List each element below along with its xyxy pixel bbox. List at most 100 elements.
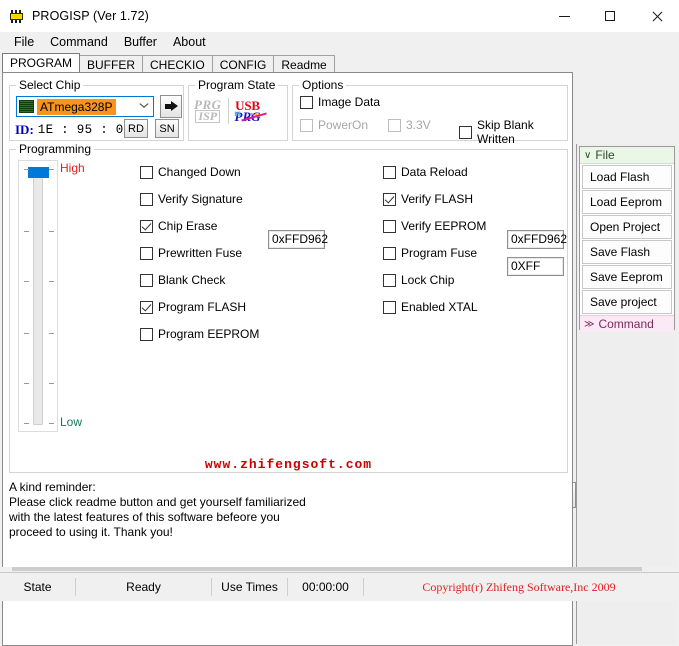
- maximize-icon: [605, 11, 615, 21]
- checkbox-label: Blank Check: [158, 273, 226, 287]
- maximize-button[interactable]: [587, 0, 633, 32]
- lock-chip-field[interactable]: 0XFF: [507, 257, 564, 276]
- select-chip-group: Select Chip ATmega328P ID: 1E : 95 : 0F …: [9, 78, 184, 141]
- right-arrow-icon: [164, 101, 178, 112]
- checkbox-3v3: 3.3V: [388, 118, 431, 132]
- save-project-button[interactable]: Save project: [582, 290, 672, 314]
- close-button[interactable]: [633, 0, 679, 32]
- checkbox-verify-signature[interactable]: Verify Signature: [140, 191, 259, 207]
- checkbox-box: [383, 165, 396, 179]
- slider-low-label: Low: [60, 415, 83, 429]
- prg-isp-bottom-label: ISP: [195, 110, 221, 123]
- prewritten-fuse-field[interactable]: 0xFFD962: [268, 230, 328, 249]
- checkbox-label: Skip Blank Written: [477, 118, 534, 146]
- program-fuse-field[interactable]: 0xFFD962: [507, 230, 567, 249]
- checkbox-box: [388, 118, 401, 132]
- checkbox-box: [140, 165, 153, 179]
- read-id-button[interactable]: RD: [124, 119, 148, 138]
- dock-section-command-header[interactable]: ≫ Command: [580, 315, 674, 332]
- speed-slider[interactable]: [18, 160, 58, 432]
- status-copyright: Copyright(r) Zhifeng Software,Inc 2009: [422, 579, 616, 594]
- slider-high-label: High: [60, 161, 85, 175]
- checkbox-power-on: PowerOn: [300, 118, 368, 132]
- menu-bar: File Command Buffer About: [0, 32, 679, 52]
- menu-item-command[interactable]: Command: [42, 33, 116, 51]
- checkbox-label: Data Reload: [401, 165, 468, 179]
- checkbox-box: [383, 246, 396, 260]
- chip-select-combo[interactable]: ATmega328P: [16, 96, 154, 117]
- checkbox-blank-check[interactable]: Blank Check: [140, 272, 259, 288]
- checkbox-box: [383, 192, 396, 206]
- checkbox-label: Changed Down: [158, 165, 241, 179]
- close-icon: [651, 11, 662, 22]
- checkbox-program-eeprom[interactable]: Program EEPROM: [140, 326, 259, 342]
- programming-right-column: Data Reload Verify FLASH Verify EEPROM P…: [383, 164, 486, 326]
- save-eeprom-button[interactable]: Save Eeprom: [582, 265, 672, 289]
- checkbox-box: [140, 273, 153, 287]
- checkbox-box: [300, 118, 313, 132]
- menu-item-about[interactable]: About: [165, 33, 214, 51]
- chip-icon: [19, 100, 34, 113]
- dock-section-file-header[interactable]: ∨ File: [580, 147, 674, 164]
- checkbox-label: Program FLASH: [158, 300, 247, 314]
- menu-item-buffer[interactable]: Buffer: [116, 33, 165, 51]
- checkbox-label: Enabled XTAL: [401, 300, 478, 314]
- checkbox-box: [140, 327, 153, 341]
- checkbox-box: [383, 300, 396, 314]
- checkbox-label: Image Data: [318, 95, 381, 109]
- checkbox-data-reload[interactable]: Data Reload: [383, 164, 486, 180]
- checkbox-program-fuse[interactable]: Program Fuse: [383, 245, 486, 261]
- chevron-right-icon: ≫: [584, 318, 595, 330]
- select-chip-legend: Select Chip: [16, 78, 84, 92]
- checkbox-chip-erase[interactable]: Chip Erase: [140, 218, 259, 234]
- checkbox-label: Program EEPROM: [158, 327, 260, 341]
- load-eeprom-button[interactable]: Load Eeprom: [582, 190, 672, 214]
- minimize-icon: [558, 15, 570, 17]
- programming-group: Programming High Low Changed Down Verify…: [9, 142, 576, 529]
- checkbox-enabled-xtal[interactable]: Enabled XTAL: [383, 299, 486, 315]
- checkbox-label: Prewritten Fuse: [158, 246, 243, 260]
- open-project-button[interactable]: Open Project: [582, 215, 672, 239]
- dock-sections: ∨ File Load Flash Load Eeprom Open Proje…: [579, 146, 675, 332]
- save-flash-button[interactable]: Save Flash: [582, 240, 672, 264]
- checkbox-prewritten-fuse[interactable]: Prewritten Fuse: [140, 245, 259, 261]
- title-bar: PROGISP (Ver 1.72): [0, 0, 679, 32]
- checkbox-box: [459, 125, 472, 139]
- checkbox-program-flash[interactable]: Program FLASH: [140, 299, 259, 315]
- tab-buffer[interactable]: BUFFER: [79, 55, 144, 72]
- slider-ticks: [19, 161, 59, 433]
- apply-chip-button[interactable]: [160, 95, 182, 118]
- window-controls: [541, 0, 679, 32]
- chip-id-value: 1E : 95 : 0F: [37, 123, 132, 137]
- dock-section-file-title: File: [595, 148, 615, 162]
- reminder-textarea[interactable]: A kind reminder: Please click readme but…: [2, 476, 573, 646]
- checkbox-verify-eeprom[interactable]: Verify EEPROM: [383, 218, 486, 234]
- checkbox-label: Chip Erase: [158, 219, 218, 233]
- load-flash-button[interactable]: Load Flash: [582, 165, 672, 189]
- checkbox-image-data[interactable]: Image Data: [300, 95, 380, 109]
- serial-number-button[interactable]: SN: [155, 119, 179, 138]
- status-state-label: State: [0, 578, 76, 596]
- checkbox-label: PowerOn: [318, 118, 369, 132]
- options-group: Options Image Data PowerOn 3.3V Skip Bla…: [292, 78, 568, 146]
- checkbox-verify-flash[interactable]: Verify FLASH: [383, 191, 486, 207]
- checkbox-lock-chip[interactable]: Lock Chip: [383, 272, 486, 288]
- tab-checkio[interactable]: CHECKIO: [142, 55, 213, 72]
- checkbox-box: [383, 273, 396, 287]
- tab-config[interactable]: CONFIG: [211, 55, 275, 72]
- checkbox-changed-down[interactable]: Changed Down: [140, 164, 259, 180]
- website-label: www.zhifengsoft.com: [204, 457, 373, 472]
- checkbox-box: [140, 192, 153, 206]
- chevron-down-icon: ∨: [584, 149, 592, 161]
- tab-program[interactable]: PROGRAM: [2, 53, 81, 72]
- dock-section-command-title: Command: [598, 317, 654, 331]
- program-state-icons: PRG ISP USB Hi Toto PRG: [194, 98, 267, 124]
- checkbox-skip-blank-written[interactable]: Skip Blank Written: [459, 118, 567, 146]
- chip-id-label: ID:: [15, 122, 34, 137]
- horizontal-scrollbar[interactable]: [0, 567, 679, 572]
- chip-id-row: ID: 1E : 95 : 0F: [15, 122, 131, 138]
- tab-readme[interactable]: Readme: [273, 55, 335, 72]
- menu-item-file[interactable]: File: [6, 33, 42, 51]
- minimize-button[interactable]: [541, 0, 587, 32]
- checkbox-box: [383, 219, 396, 233]
